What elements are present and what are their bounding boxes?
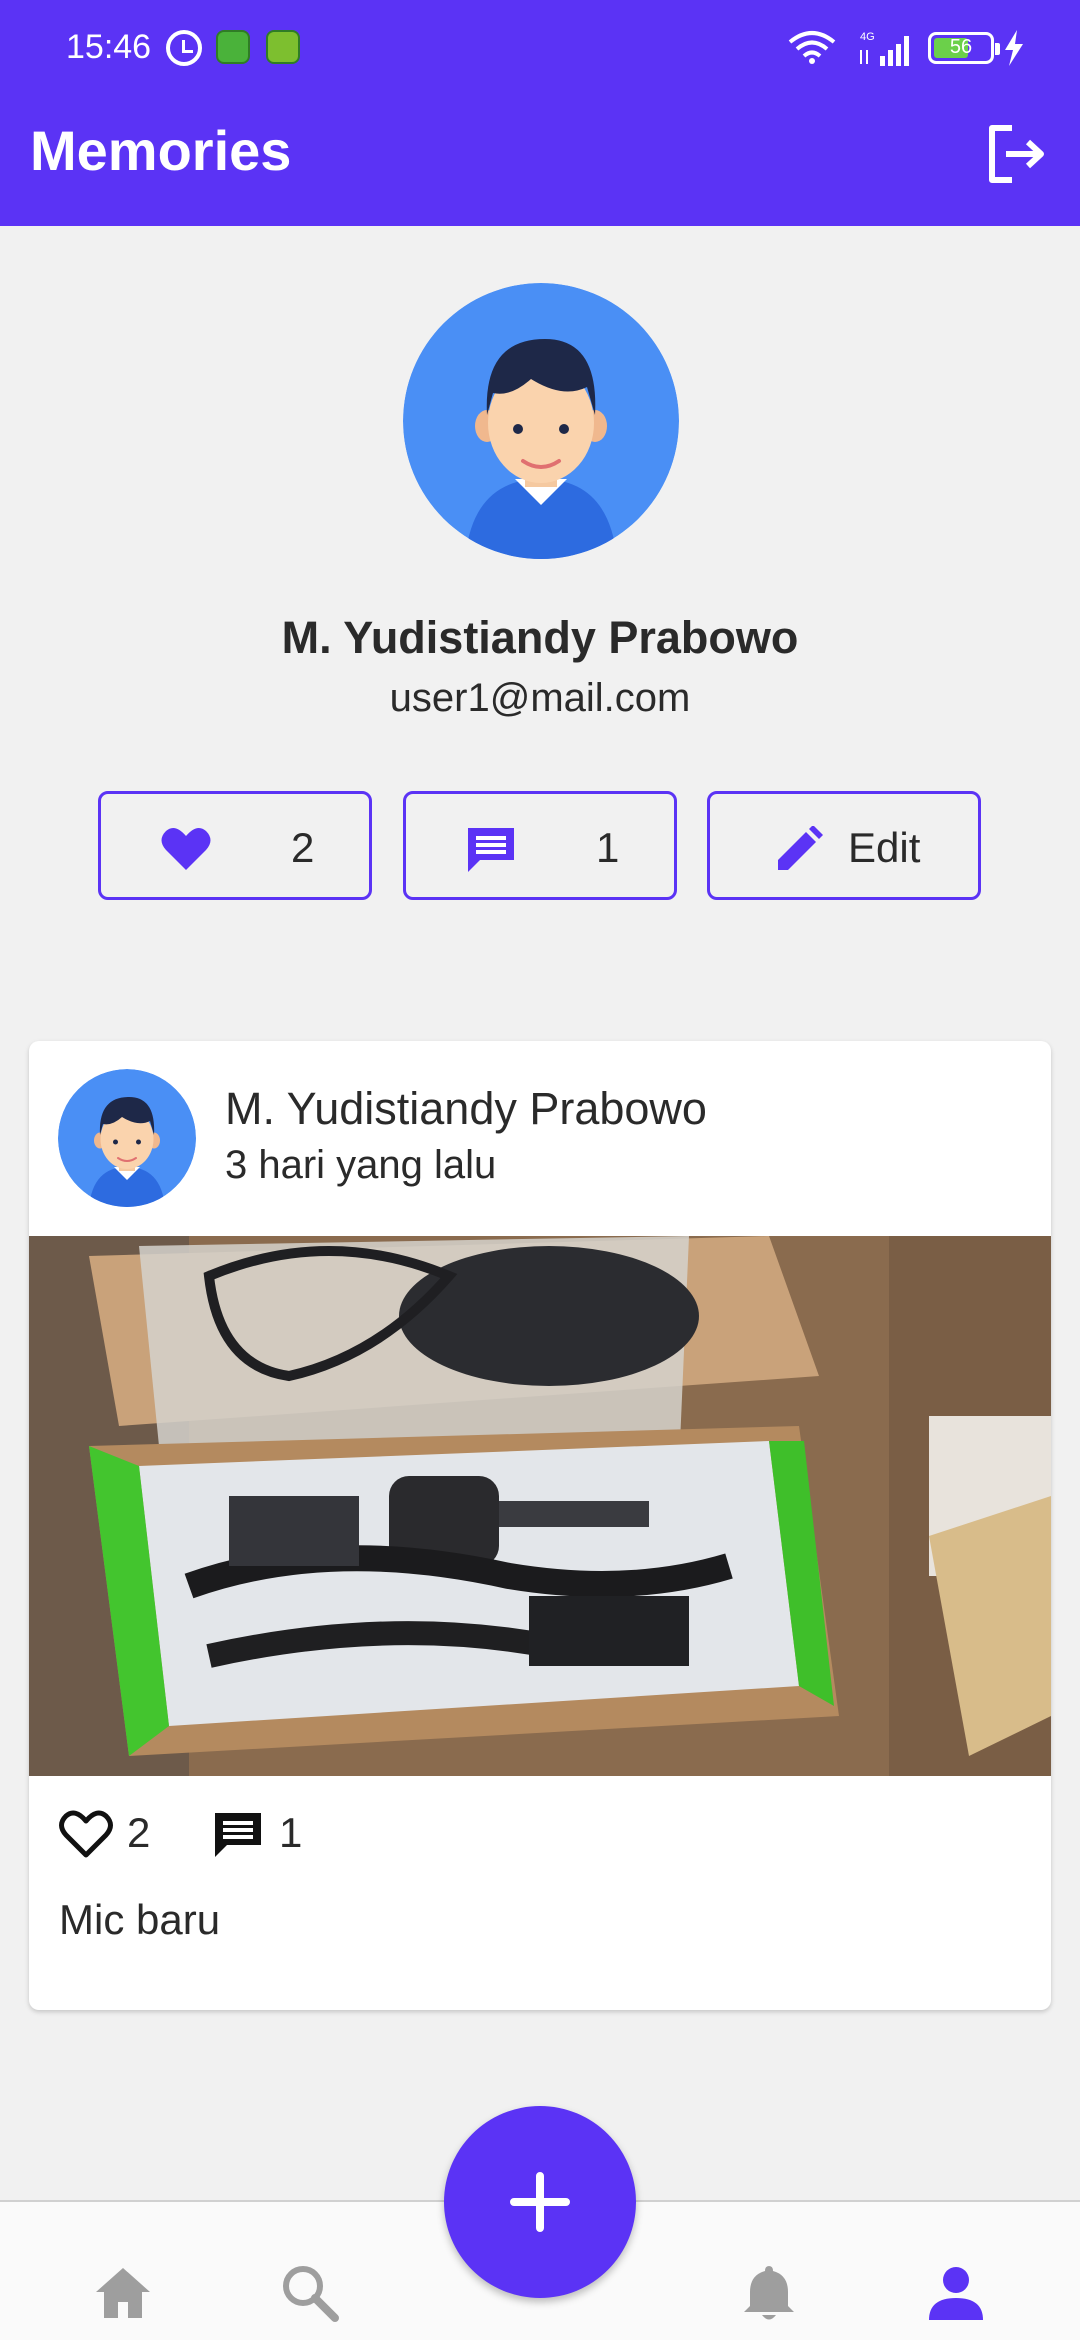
likes-count: 2: [291, 824, 315, 871]
status-time: 15:46: [66, 28, 152, 66]
search-icon[interactable]: [279, 2262, 341, 2324]
heart-icon: [161, 827, 211, 870]
post-author-name: M. Yudistiandy Prabowo: [225, 1083, 707, 1134]
comments-count: 1: [596, 824, 620, 871]
wifi-icon: [788, 31, 836, 64]
post-image[interactable]: [29, 1236, 1051, 1776]
profile-email: user1@mail.com: [389, 676, 691, 720]
edit-profile-button[interactable]: Edit: [707, 791, 981, 900]
comments-count-button[interactable]: 1: [403, 791, 677, 900]
battery-level: 56: [949, 36, 973, 58]
status-bar: 15:46 4G 56: [0, 0, 1080, 100]
logout-icon[interactable]: [984, 122, 1048, 186]
profile-name: M. Yudistiandy Prabowo: [281, 612, 799, 663]
pencil-icon: [778, 826, 823, 870]
battery-icon: 56: [928, 32, 1000, 64]
signal-icon: 4G: [860, 31, 909, 66]
charging-icon: [1005, 30, 1023, 66]
comment-icon[interactable]: [213, 1811, 263, 1859]
post-card[interactable]: M. Yudistiandy Prabowo 3 hari yang lalu: [29, 1041, 1051, 2010]
comment-icon: [468, 828, 514, 872]
post-timestamp: 3 hari yang lalu: [225, 1143, 497, 1187]
app-notification-icon: [216, 30, 250, 64]
heart-outline-icon[interactable]: [59, 1809, 113, 1859]
likes-count-button[interactable]: 2: [98, 791, 372, 900]
profile-avatar: [403, 283, 679, 559]
page-title: Memories: [30, 119, 292, 182]
profile-icon[interactable]: [925, 2262, 987, 2324]
app-header: 15:46 4G 56 Memories: [0, 0, 1080, 226]
app-notification-icon: [266, 30, 300, 64]
add-icon: [510, 2172, 570, 2232]
home-icon[interactable]: [92, 2262, 154, 2324]
post-caption: Mic baru: [59, 1896, 221, 1943]
post-author-avatar: [58, 1069, 196, 1207]
edit-label: Edit: [848, 824, 921, 871]
post-photo: [29, 1236, 1051, 1776]
bell-icon[interactable]: [738, 2262, 800, 2324]
network-type: 4G: [860, 31, 875, 43]
avatar-illustration: [58, 1069, 196, 1207]
avatar-illustration: [403, 283, 679, 559]
post-likes-count: 2: [127, 1809, 151, 1856]
alarm-icon: [166, 30, 202, 66]
post-comments-count: 1: [279, 1809, 303, 1856]
add-post-button[interactable]: [444, 2106, 636, 2298]
